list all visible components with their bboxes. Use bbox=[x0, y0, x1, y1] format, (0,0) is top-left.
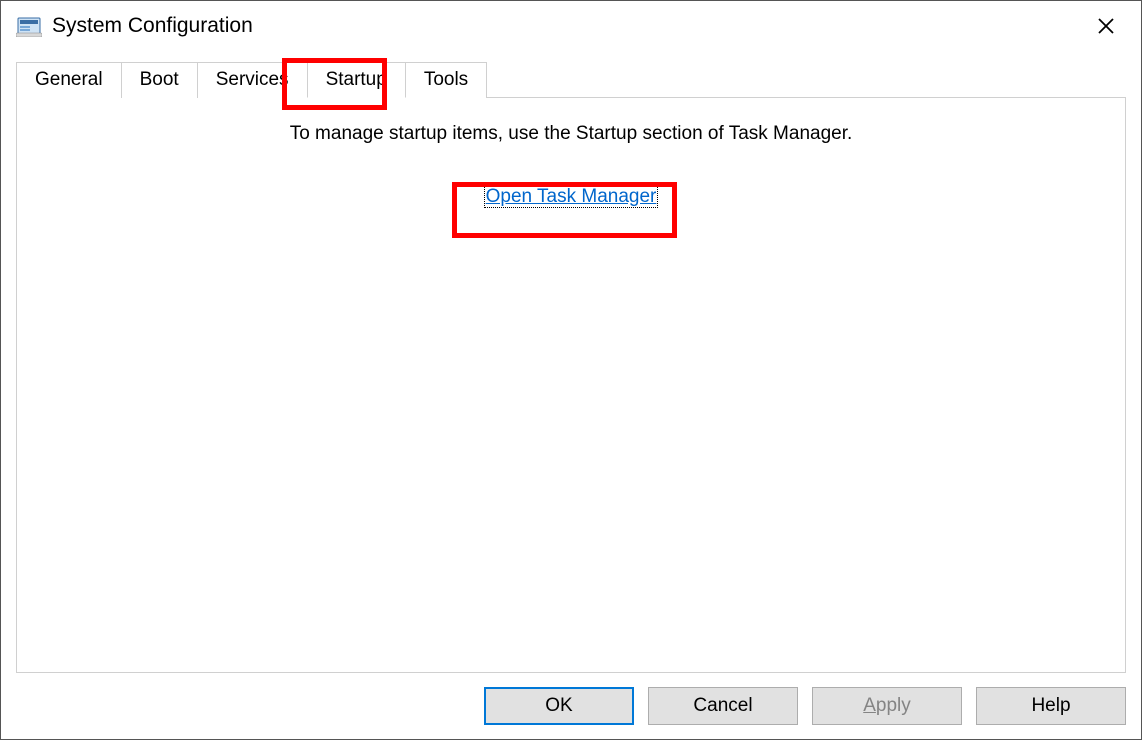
ok-button[interactable]: OK bbox=[484, 687, 634, 725]
help-button[interactable]: Help bbox=[976, 687, 1126, 725]
cancel-button[interactable]: Cancel bbox=[648, 687, 798, 725]
startup-panel: To manage startup items, use the Startup… bbox=[16, 97, 1126, 673]
apply-underline: A bbox=[863, 695, 876, 716]
tab-general[interactable]: General bbox=[16, 62, 122, 98]
tab-services[interactable]: Services bbox=[197, 62, 308, 98]
apply-button: Apply bbox=[812, 687, 962, 725]
window-title: System Configuration bbox=[52, 14, 1076, 38]
content-area: General Boot Services Startup Tools To m… bbox=[1, 51, 1141, 673]
tab-tools[interactable]: Tools bbox=[405, 62, 487, 98]
dialog-button-row: OK Cancel Apply Help bbox=[1, 673, 1141, 739]
link-container: Open Task Manager bbox=[473, 180, 670, 214]
tab-strip: General Boot Services Startup Tools bbox=[16, 61, 1126, 97]
close-icon bbox=[1096, 16, 1116, 36]
startup-info-text: To manage startup items, use the Startup… bbox=[37, 123, 1105, 145]
tab-boot[interactable]: Boot bbox=[121, 62, 198, 98]
app-icon bbox=[16, 15, 42, 37]
open-task-manager-link[interactable]: Open Task Manager bbox=[485, 186, 658, 207]
tab-startup[interactable]: Startup bbox=[307, 62, 406, 98]
titlebar: System Configuration bbox=[1, 1, 1141, 51]
system-configuration-window: System Configuration General Boot Servic… bbox=[0, 0, 1142, 740]
close-button[interactable] bbox=[1076, 6, 1136, 46]
apply-rest: pply bbox=[876, 695, 911, 716]
